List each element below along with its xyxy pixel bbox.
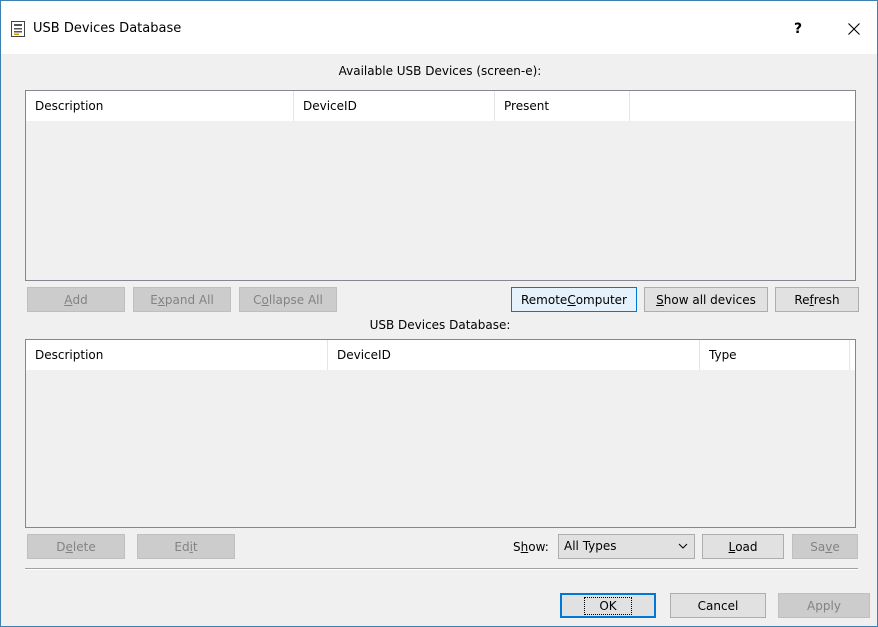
apply-label: Apply xyxy=(807,598,841,613)
window-title: USB Devices Database xyxy=(33,21,182,36)
help-button[interactable]: ? xyxy=(775,11,821,47)
remote-computer-button[interactable]: Remote Computer xyxy=(511,287,637,312)
title-bar[interactable]: USB Devices Database ? xyxy=(1,1,877,54)
show-all-devices-button[interactable]: Show all devices xyxy=(644,287,768,312)
column-header-present[interactable]: Present xyxy=(495,91,630,121)
close-button[interactable] xyxy=(831,11,877,47)
ok-label: OK xyxy=(584,596,632,615)
database-header: Description DeviceID Type xyxy=(26,340,855,370)
add-button[interactable]: Add xyxy=(27,287,125,312)
usb-devices-dialog: USB Devices Database ? Available USB Dev… xyxy=(0,0,878,627)
save-button[interactable]: Sa v e xyxy=(792,534,858,559)
show-type-value: All Types xyxy=(564,539,617,553)
database-icon xyxy=(11,21,25,37)
apply-button[interactable]: Apply xyxy=(778,593,870,618)
chevron-down-icon xyxy=(678,543,688,549)
cancel-label: Cancel xyxy=(697,598,739,613)
edit-button[interactable]: Ed i t xyxy=(137,534,235,559)
divider-highlight xyxy=(25,569,858,570)
expand-all-button[interactable]: Ex pand All xyxy=(133,287,231,312)
load-button[interactable]: Load xyxy=(702,534,784,559)
show-type-select[interactable]: All Types xyxy=(558,534,695,559)
collapse-all-button[interactable]: Co llapse All xyxy=(239,287,337,312)
column-header-description[interactable]: Description xyxy=(26,340,328,370)
column-header-deviceid[interactable]: DeviceID xyxy=(328,340,700,370)
help-label: ? xyxy=(793,21,803,37)
column-header-description[interactable]: Description xyxy=(26,91,294,121)
cancel-button[interactable]: Cancel xyxy=(670,593,766,618)
database-list[interactable]: Description DeviceID Type xyxy=(25,339,856,528)
ok-button[interactable]: OK xyxy=(560,593,656,618)
database-caption: USB Devices Database: xyxy=(369,318,511,332)
delete-button[interactable]: De lete xyxy=(27,534,125,559)
refresh-button[interactable]: Re f resh xyxy=(775,287,859,312)
column-header-deviceid[interactable]: DeviceID xyxy=(294,91,495,121)
show-filter-label: Show: xyxy=(513,540,549,554)
close-icon xyxy=(848,23,860,35)
column-header-type[interactable]: Type xyxy=(700,340,850,370)
available-devices-header: Description DeviceID Present xyxy=(26,91,855,121)
available-devices-caption: Available USB Devices (screen-e): xyxy=(338,64,542,78)
available-devices-list[interactable]: Description DeviceID Present xyxy=(25,90,856,281)
